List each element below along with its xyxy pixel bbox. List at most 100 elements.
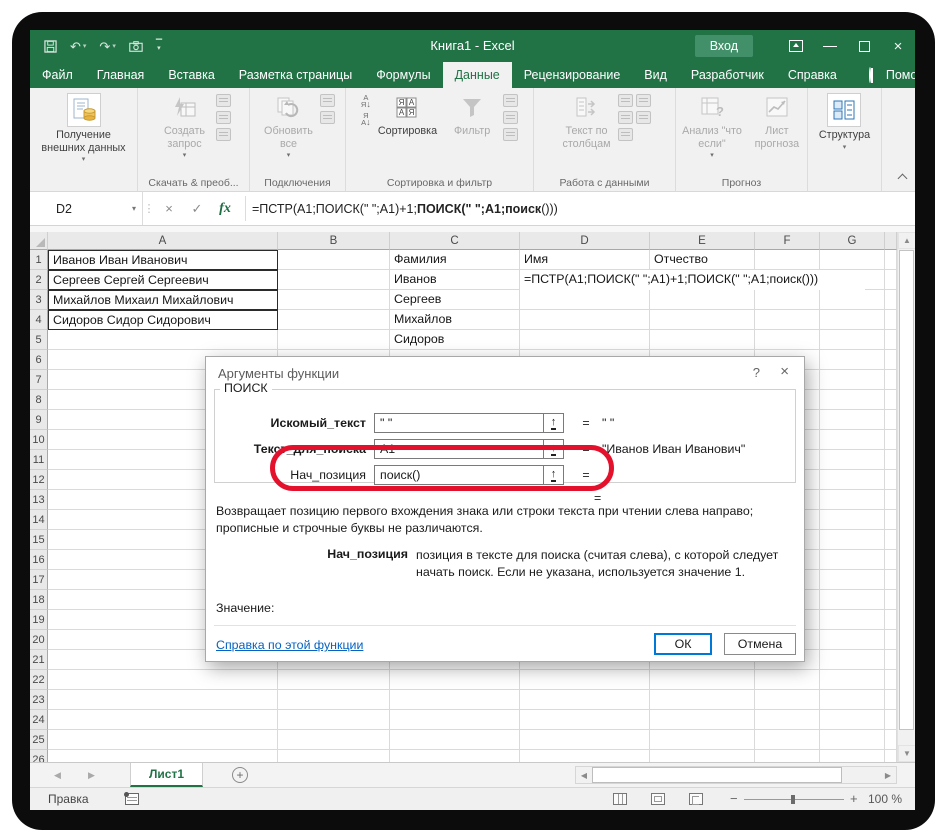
scroll-down-icon[interactable]: ▼ <box>898 745 915 762</box>
ribbon-tab-вид[interactable]: Вид <box>632 62 679 88</box>
row-header-1[interactable]: 1 <box>30 250 48 270</box>
select-all-corner[interactable] <box>30 232 48 250</box>
row-header-17[interactable]: 17 <box>30 570 48 590</box>
row-header-25[interactable]: 25 <box>30 730 48 750</box>
new-query-button[interactable]: Создать запрос ▾ <box>157 91 213 161</box>
sheet-tab-active[interactable]: Лист1 <box>130 763 204 787</box>
cell-C3[interactable]: Сергеев <box>390 290 520 310</box>
ribbon-tab-рецензирование[interactable]: Рецензирование <box>512 62 633 88</box>
cell-D1[interactable]: Имя <box>520 250 650 270</box>
insert-function-button[interactable]: fx <box>211 192 239 225</box>
outline-button[interactable]: Структура ▾ <box>815 91 874 153</box>
scroll-up-icon[interactable]: ▲ <box>898 232 915 249</box>
vertical-scrollbar[interactable]: ▲ ▼ <box>897 232 915 762</box>
data-validation-icon[interactable] <box>617 128 633 141</box>
close-button[interactable]: × <box>881 30 915 62</box>
forecast-sheet-button[interactable]: Лист прогноза <box>749 91 805 152</box>
zoom-percentage[interactable]: 100 % <box>868 788 902 810</box>
horizontal-scrollbar-thumb[interactable] <box>592 767 842 783</box>
row-header-11[interactable]: 11 <box>30 450 48 470</box>
cancel-button[interactable]: Отмена <box>724 633 796 655</box>
minimize-button[interactable] <box>813 30 847 62</box>
formula-input[interactable]: =ПСТР(A1;ПОИСК(" ";A1)+1; ПОИСК(" ";A1;по… <box>252 192 915 225</box>
get-external-data-button[interactable]: Получение внешних данных ▾ <box>37 91 129 165</box>
maximize-button[interactable] <box>847 30 881 62</box>
zoom-in-button[interactable]: + <box>850 791 858 806</box>
show-queries-icon[interactable] <box>215 94 231 107</box>
row-header-12[interactable]: 12 <box>30 470 48 490</box>
what-if-analysis-button[interactable]: ? Анализ "что если" ▾ <box>678 91 746 161</box>
text-to-columns-button[interactable]: Текст по столбцам <box>558 91 614 152</box>
consolidate-icon[interactable] <box>635 94 651 107</box>
scroll-left-icon[interactable]: ◀ <box>576 767 592 783</box>
dialog-help-icon[interactable]: ? <box>753 365 760 380</box>
refresh-all-button[interactable]: Обновить все ▾ <box>260 91 317 161</box>
cell-A2[interactable]: Сергеев Сергей Сергеевич <box>48 270 278 290</box>
name-box[interactable]: D2 ▾ <box>48 192 143 225</box>
collapse-ribbon-button[interactable] <box>897 173 908 184</box>
cell-A3[interactable]: Михайлов Михаил Михайлович <box>48 290 278 310</box>
advanced-filter-icon[interactable] <box>503 128 519 141</box>
collapse-dialog-button[interactable]: ↑ <box>544 465 564 485</box>
row-header-18[interactable]: 18 <box>30 590 48 610</box>
row-header-7[interactable]: 7 <box>30 370 48 390</box>
sort-za-icon[interactable]: Я А↓ <box>361 112 371 127</box>
cell-C4[interactable]: Михайлов <box>390 310 520 330</box>
dialog-close-icon[interactable]: × <box>780 363 789 380</box>
column-header-partial[interactable] <box>885 232 897 250</box>
ribbon-tab-разработчик[interactable]: Разработчик <box>679 62 776 88</box>
row-header-10[interactable]: 10 <box>30 430 48 450</box>
recent-sources-icon[interactable] <box>215 128 231 141</box>
confirm-entry-button[interactable]: ✓ <box>183 192 211 225</box>
ribbon-tab-данные[interactable]: Данные <box>442 62 512 88</box>
cell-C2[interactable]: Иванов <box>390 270 520 290</box>
cell-A1[interactable]: Иванов Иван Иванович <box>48 250 278 270</box>
scroll-right-icon[interactable]: ▶ <box>880 767 896 783</box>
row-header-9[interactable]: 9 <box>30 410 48 430</box>
zoom-slider-thumb[interactable] <box>791 795 795 804</box>
ribbon-tab-помощн[interactable]: Помощн <box>857 62 915 88</box>
clear-filter-icon[interactable] <box>503 94 519 107</box>
row-header-19[interactable]: 19 <box>30 610 48 630</box>
collapse-dialog-button[interactable]: ↑ <box>544 413 564 433</box>
sort-az-icon[interactable]: А Я↓ <box>361 94 371 109</box>
properties-icon[interactable] <box>319 94 335 107</box>
vertical-scrollbar-thumb[interactable] <box>899 250 914 730</box>
cell-E1[interactable]: Отчество <box>650 250 755 270</box>
zoom-out-button[interactable]: − <box>730 791 738 806</box>
row-header-23[interactable]: 23 <box>30 690 48 710</box>
name-box-dropdown-icon[interactable]: ▾ <box>132 204 136 213</box>
previous-sheet-icon[interactable]: ◀ <box>54 763 61 787</box>
row-header-14[interactable]: 14 <box>30 510 48 530</box>
column-header-D[interactable]: D <box>520 232 650 250</box>
ribbon-display-options-button[interactable] <box>779 30 813 62</box>
row-header-6[interactable]: 6 <box>30 350 48 370</box>
sign-in-button[interactable]: Вход <box>694 35 753 57</box>
next-sheet-icon[interactable]: ▶ <box>88 763 95 787</box>
column-header-A[interactable]: A <box>48 232 278 250</box>
argument-input-нач_позиция[interactable]: поиск() <box>374 465 544 485</box>
ribbon-tab-файл[interactable]: Файл <box>30 62 85 88</box>
row-header-26[interactable]: 26 <box>30 750 48 762</box>
row-header-5[interactable]: 5 <box>30 330 48 350</box>
relationships-icon[interactable] <box>635 111 651 124</box>
cell-A4[interactable]: Сидоров Сидор Сидорович <box>48 310 278 330</box>
normal-view-icon[interactable] <box>613 793 627 805</box>
filter-button[interactable]: Фильтр <box>444 91 500 140</box>
ok-button[interactable]: ОК <box>654 633 712 655</box>
sort-button[interactable]: Я А А Я Сортировка <box>374 91 441 140</box>
new-sheet-button[interactable]: + <box>232 767 248 783</box>
row-header-8[interactable]: 8 <box>30 390 48 410</box>
page-layout-view-icon[interactable] <box>651 793 665 805</box>
ribbon-tab-главная[interactable]: Главная <box>85 62 157 88</box>
ribbon-tab-вставка[interactable]: Вставка <box>156 62 226 88</box>
column-header-F[interactable]: F <box>755 232 820 250</box>
ribbon-tab-справка[interactable]: Справка <box>776 62 849 88</box>
from-table-icon[interactable] <box>215 111 231 124</box>
ribbon-tab-разметка-страницы[interactable]: Разметка страницы <box>227 62 364 88</box>
row-header-15[interactable]: 15 <box>30 530 48 550</box>
row-header-13[interactable]: 13 <box>30 490 48 510</box>
horizontal-scrollbar[interactable]: ◀ ▶ <box>575 766 897 784</box>
cell-C1[interactable]: Фамилия <box>390 250 520 270</box>
column-header-C[interactable]: C <box>390 232 520 250</box>
